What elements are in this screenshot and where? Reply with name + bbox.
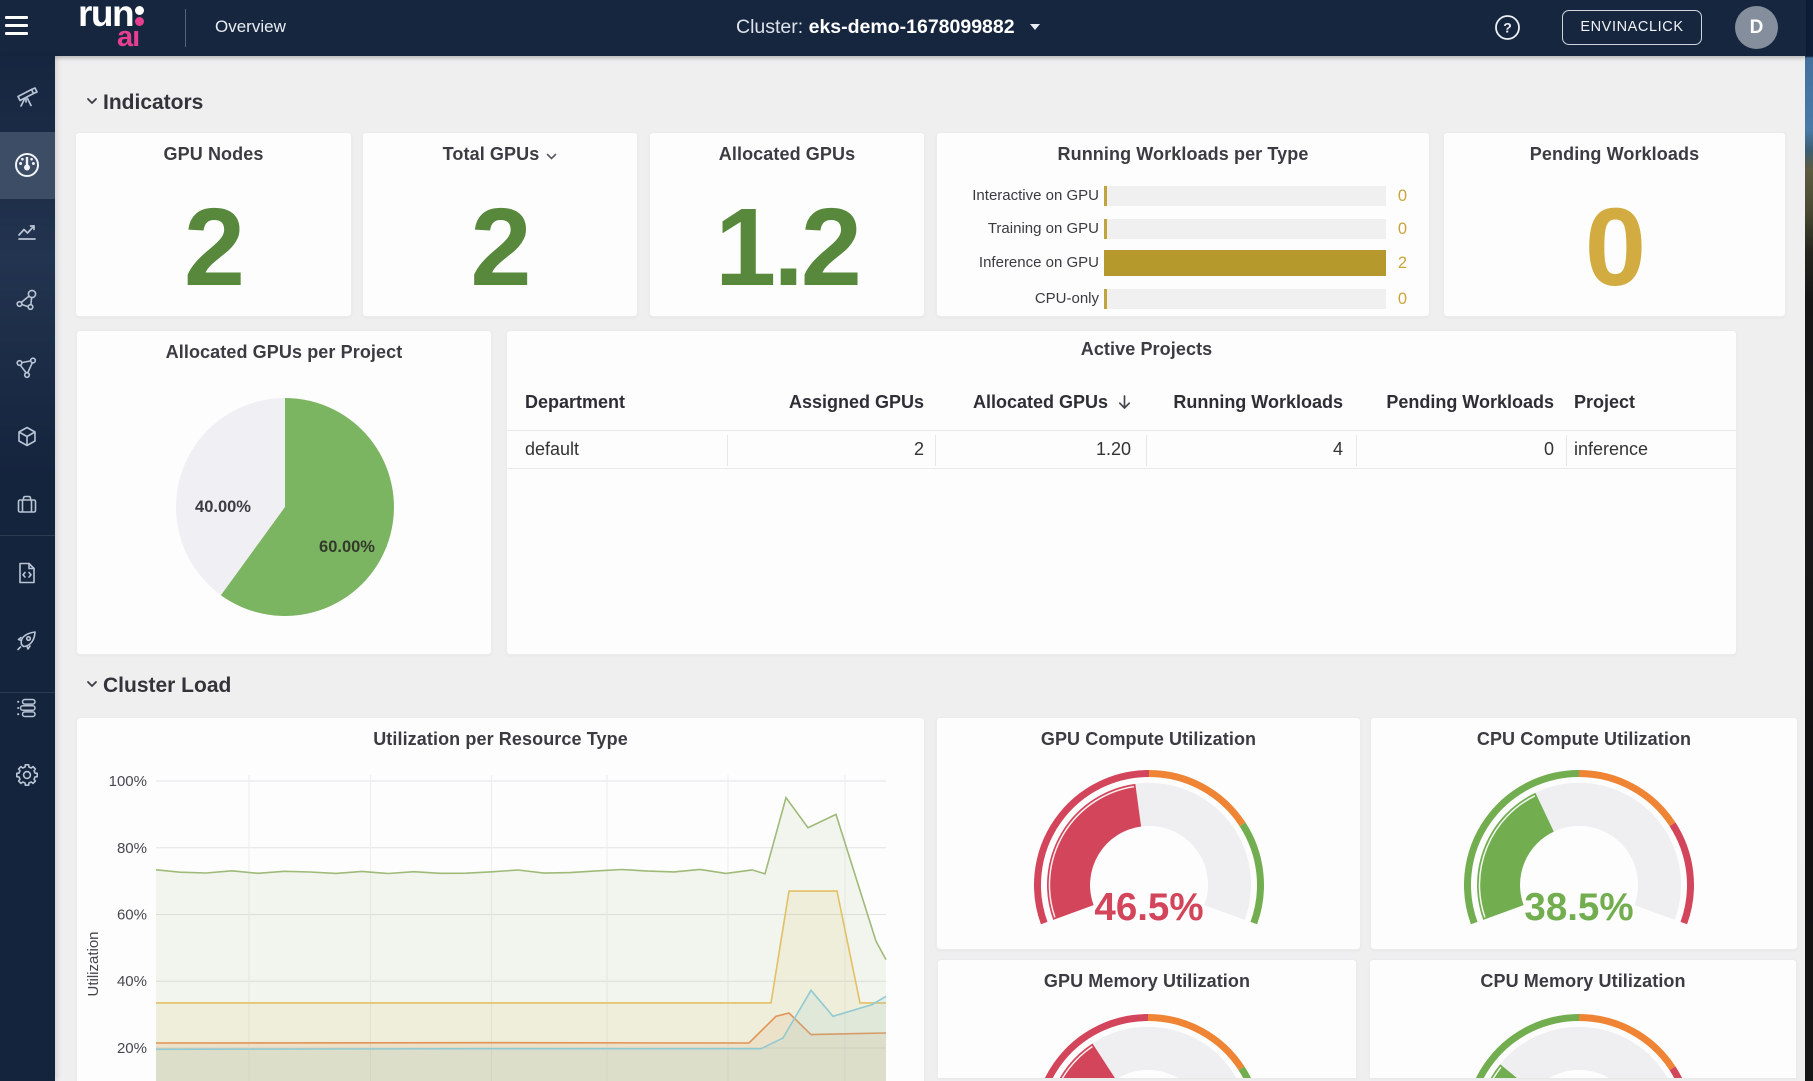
svg-text:40%: 40% bbox=[117, 973, 147, 990]
svg-text:100%: 100% bbox=[109, 773, 147, 790]
svg-text:46.5%: 46.5% bbox=[1094, 886, 1203, 929]
svg-text:Utilization: Utilization bbox=[85, 931, 102, 996]
svg-text:40.00%: 40.00% bbox=[195, 498, 251, 516]
svg-text:38.5%: 38.5% bbox=[1524, 886, 1633, 929]
svg-text:60.00%: 60.00% bbox=[319, 538, 375, 556]
svg-text:20%: 20% bbox=[117, 1040, 147, 1057]
svg-text:60%: 60% bbox=[117, 907, 147, 924]
svg-text:?: ? bbox=[1503, 20, 1512, 36]
svg-text:80%: 80% bbox=[117, 840, 147, 857]
